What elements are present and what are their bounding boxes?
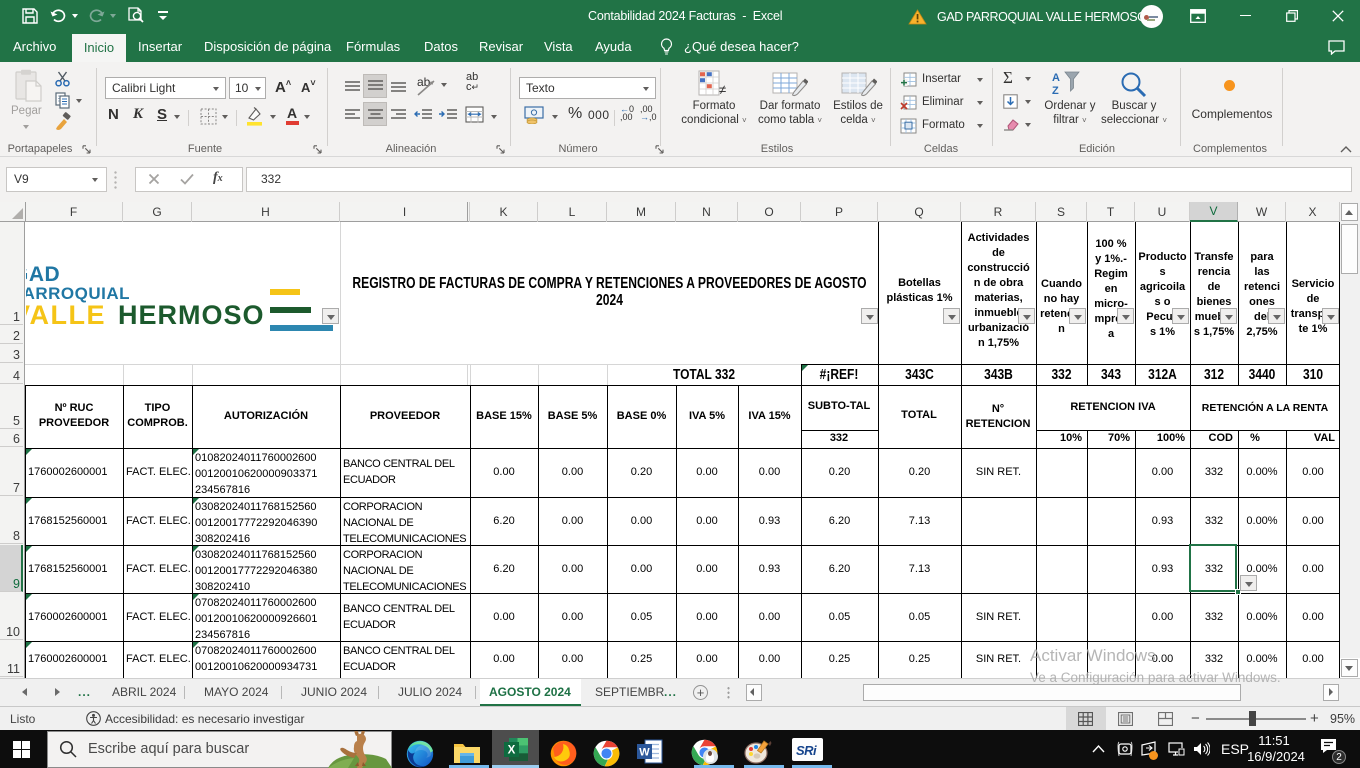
svg-text:X: X [508, 745, 516, 757]
svg-text:A: A [1052, 72, 1060, 84]
svg-text:Z: Z [1052, 85, 1059, 96]
svg-text:W: W [639, 747, 650, 759]
svg-text:≠: ≠ [719, 82, 726, 97]
